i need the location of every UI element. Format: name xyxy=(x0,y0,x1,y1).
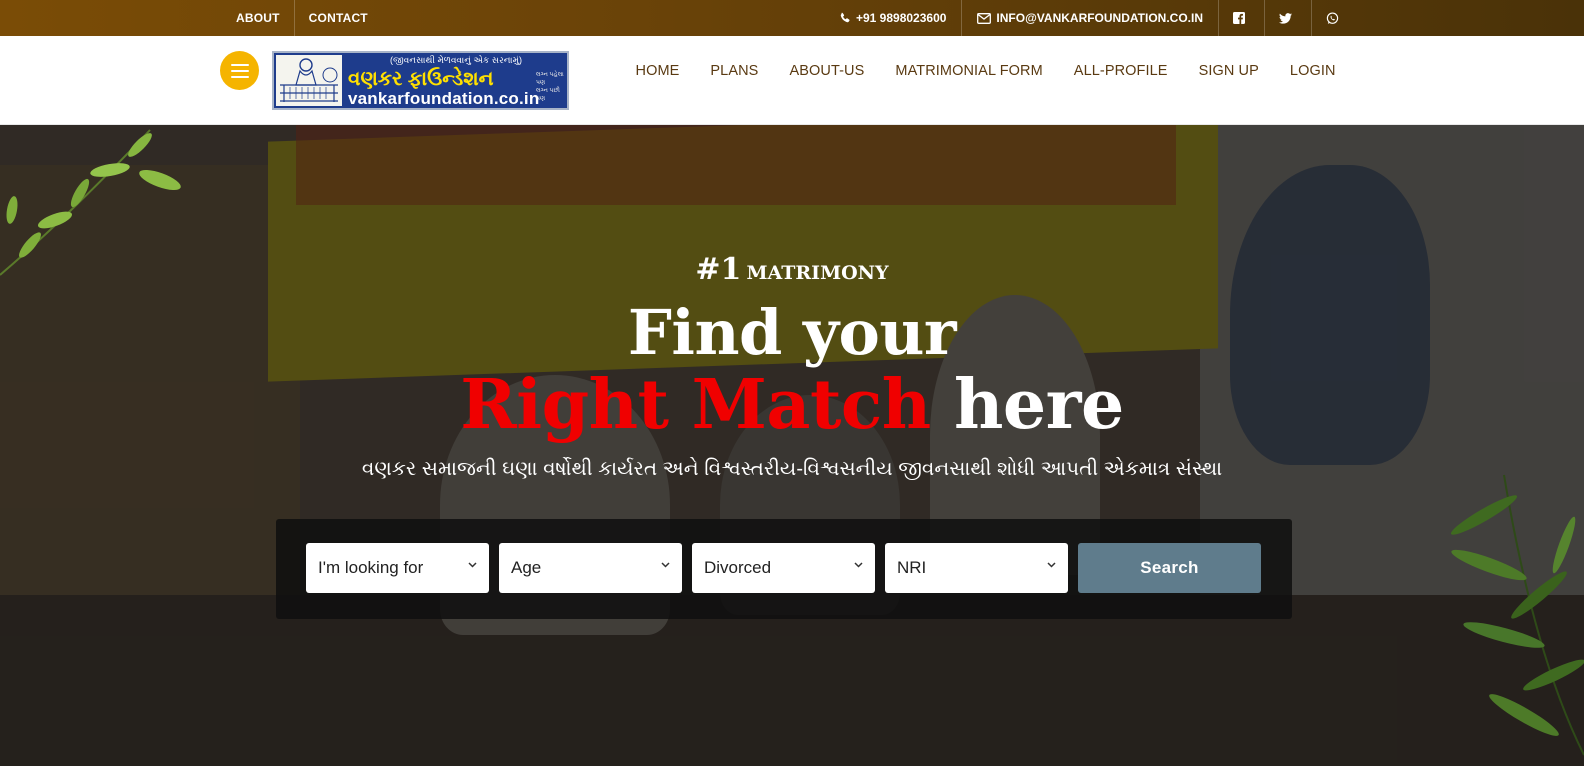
phone-icon xyxy=(840,12,850,23)
looking-for-value: I'm looking for xyxy=(318,558,424,577)
hero-kicker: #1 MATRIMONY xyxy=(0,252,1584,287)
email-address: INFO@VANKARFOUNDATION.CO.IN xyxy=(996,11,1203,25)
palm-leaf-decoration xyxy=(1450,474,1584,756)
top-link-about[interactable]: ABOUT xyxy=(222,0,294,36)
hero-title-rest: here xyxy=(953,365,1124,445)
nav-home[interactable]: HOME xyxy=(620,63,695,79)
logo-name: વણકર ફાઉન્ડેશન xyxy=(348,68,494,90)
top-link-contact[interactable]: CONTACT xyxy=(293,0,382,36)
age-value: Age xyxy=(511,558,542,577)
nav-login[interactable]: LOGIN xyxy=(1274,63,1351,79)
age-select[interactable]: Age xyxy=(499,543,682,593)
hero-title-line2: Right Match here xyxy=(0,365,1584,445)
top-contact: +91 9898023600 INFO@VANKARFOUNDATION.CO.… xyxy=(824,0,1358,36)
chevron-down-icon xyxy=(854,562,863,568)
looking-for-select[interactable]: I'm looking for xyxy=(306,543,489,593)
nav-plans[interactable]: PLANS xyxy=(695,63,774,79)
hero-title-highlight: Right Match xyxy=(460,365,931,445)
main-header: (જીવનસાથી મેળવવાનું એક સરનામું) વણકર ફાઉ… xyxy=(0,36,1584,125)
phone-item[interactable]: +91 9898023600 xyxy=(824,0,961,36)
envelope-icon xyxy=(977,12,992,24)
hero-kicker-number: #1 xyxy=(695,252,742,287)
hero-overlay xyxy=(0,125,1584,766)
logo-small-line: લગ્ન પહેલા પણ xyxy=(536,72,564,86)
email-item[interactable]: INFO@VANKARFOUNDATION.CO.IN xyxy=(961,0,1218,36)
twitter-link[interactable] xyxy=(1264,0,1311,36)
facebook-icon xyxy=(1233,12,1245,24)
logo-tagline: (જીવનસાથી મેળવવાનું એક સરનામું) xyxy=(389,55,522,65)
chevron-down-icon xyxy=(468,562,477,568)
marital-status-select[interactable]: Divorced xyxy=(692,543,875,593)
chevron-down-icon xyxy=(1047,562,1056,568)
main-nav: HOME PLANS ABOUT-US MATRIMONIAL FORM ALL… xyxy=(620,36,1351,106)
hero-subtitle: વણકર સમાજની ઘણા વર્ષોથી કાર્યરત અને વિશ્… xyxy=(361,458,1223,480)
location-select[interactable]: NRI xyxy=(885,543,1068,593)
location-value: NRI xyxy=(897,558,927,577)
facebook-link[interactable] xyxy=(1218,0,1264,36)
profile-search-form: I'm looking for Age Divorced NRI Search xyxy=(276,519,1292,619)
site-logo[interactable]: (જીવનસાથી મેળવવાનું એક સરનામું) વણકર ફાઉ… xyxy=(272,51,569,110)
hamburger-icon-bar xyxy=(230,69,249,72)
search-button[interactable]: Search xyxy=(1078,543,1261,593)
top-bar: ABOUT CONTACT +91 9898023600 INFO@VANKAR… xyxy=(0,0,1584,36)
menu-toggle-button[interactable] xyxy=(220,51,259,90)
nav-matrimonial-form[interactable]: MATRIMONIAL FORM xyxy=(880,63,1058,79)
nav-sign-up[interactable]: SIGN UP xyxy=(1183,63,1274,79)
logo-url: vankarfoundation.co.in xyxy=(348,89,540,108)
hamburger-icon-bar xyxy=(230,75,249,78)
twitter-icon xyxy=(1279,12,1292,24)
hero-title-line1: Find your xyxy=(627,296,957,369)
logo-weaver-illustration xyxy=(276,55,342,106)
hero-section: #1 MATRIMONY Find your Right Match here … xyxy=(0,125,1584,766)
logo-small-text: લગ્ન પહેલા પણ લગ્ન પછી પણ xyxy=(536,71,567,103)
whatsapp-icon xyxy=(1326,11,1339,24)
nav-about-us[interactable]: ABOUT-US xyxy=(774,63,880,79)
chevron-down-icon xyxy=(661,562,670,568)
phone-number: +91 9898023600 xyxy=(855,11,947,25)
logo-small-line: લગ્ન પછી પણ xyxy=(536,88,560,102)
top-links: ABOUT CONTACT xyxy=(222,0,382,36)
marital-status-value: Divorced xyxy=(704,558,772,577)
hero-kicker-word: MATRIMONY xyxy=(746,262,889,284)
nav-all-profile[interactable]: ALL-PROFILE xyxy=(1058,63,1183,79)
hamburger-icon xyxy=(230,63,249,66)
whatsapp-link[interactable] xyxy=(1311,0,1358,36)
